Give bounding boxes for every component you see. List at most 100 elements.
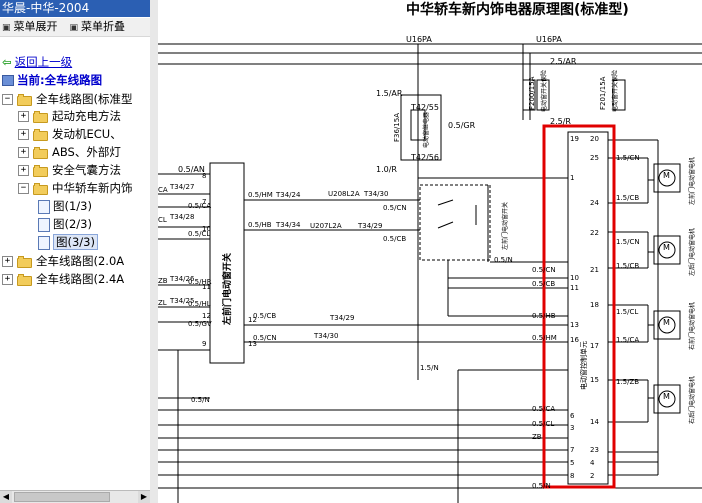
tree-node-c4[interactable]: + 安全气囊方法 — [18, 162, 121, 179]
label-05hm-ctrl: 0.5/HM — [532, 334, 557, 342]
pin-2: 2 — [590, 472, 594, 480]
label-t34-30b: T34/30 — [313, 332, 338, 340]
expand-icon[interactable]: + — [18, 129, 29, 140]
pin-6: 6 — [570, 412, 575, 420]
label-t42-55: T42/55 — [410, 103, 439, 112]
label-05hm: 0.5/HM — [248, 191, 273, 199]
label-mid-switch: 左前门电动窗开关 — [501, 202, 509, 250]
pin-16: 16 — [570, 336, 579, 344]
label-wire-10r: 1.0/R — [376, 165, 397, 174]
document-icon — [38, 217, 50, 232]
collapse-icon[interactable]: − — [18, 183, 29, 194]
label-15cn-1: 1.5/CN — [616, 154, 640, 162]
pin-12: 12 — [202, 312, 211, 320]
menu-collapse[interactable]: ▣ 菜单折叠 — [70, 18, 126, 36]
back-arrow-icon: ⇦ — [2, 55, 12, 69]
pin-22: 22 — [590, 229, 599, 237]
expand-icon[interactable]: + — [2, 256, 13, 267]
scroll-right-icon[interactable]: ▶ — [138, 491, 150, 503]
label-cl-short: CL — [158, 216, 167, 224]
label-05zb-ctrl: ZB — [532, 433, 542, 441]
label-wire-05an: 0.5/AN — [178, 165, 205, 174]
folder-icon — [33, 164, 49, 177]
collapse-icon[interactable]: − — [2, 94, 13, 105]
pin-23: 23 — [590, 446, 599, 454]
tree-leaf-p2[interactable]: 图(2/3) — [38, 216, 92, 233]
tree-node-r3[interactable]: + 全车线路图(2.4A — [2, 271, 124, 288]
pin-11b: 11 — [570, 284, 579, 292]
horizontal-scrollbar[interactable]: ◀ ▶ — [0, 490, 150, 503]
label-fuse-2: 电动窗开关保险 — [611, 70, 619, 112]
label-t34-29b: T34/29 — [329, 314, 354, 322]
folder-icon — [33, 110, 49, 123]
current-location: 当前:全车线路图 — [2, 72, 102, 89]
label-f200: F200/15A — [528, 76, 536, 110]
menu-expand[interactable]: ▣ 菜单展开 — [2, 18, 58, 36]
tree-leaf-p3[interactable]: 图(3/3) — [38, 234, 98, 251]
expand-icon[interactable]: + — [18, 111, 29, 122]
label-u207: U207L2A — [310, 222, 342, 230]
computer-icon — [2, 75, 14, 86]
folder-icon — [17, 273, 33, 286]
label-15cl: 1.5/CL — [616, 308, 638, 316]
label-t34-34: T34/34 — [275, 221, 301, 229]
scroll-thumb[interactable] — [14, 492, 110, 502]
label-motor-1: 左前门电动窗电机 — [688, 157, 696, 205]
back-link[interactable]: ⇦ 返回上一级 — [2, 54, 72, 71]
label-15cb-1: 1.5/CB — [616, 194, 639, 202]
tree-leaf-p1[interactable]: 图(1/3) — [38, 198, 92, 215]
pin-3: 3 — [570, 424, 574, 432]
expand-icon[interactable]: + — [2, 274, 13, 285]
label-05hb: 0.5/HB — [248, 221, 272, 229]
label-f36: F36/15A — [393, 113, 401, 142]
label-wire-05gr: 0.5/GR — [448, 121, 476, 130]
label-t34-30: T34/30 — [363, 190, 388, 198]
tree-node-root[interactable]: − 全车线路图(标准型 — [2, 91, 133, 108]
tree-node-c2[interactable]: + 发动机ECU、 — [18, 126, 122, 143]
pin-13r: 13 — [248, 340, 257, 348]
pin-12r: 12 — [248, 316, 257, 324]
label-f201: F201/15A — [599, 76, 607, 110]
pin-9: 9 — [202, 340, 206, 348]
expand-icon[interactable]: + — [18, 147, 29, 158]
pin-15: 15 — [590, 376, 599, 384]
splitter[interactable] — [150, 0, 158, 503]
motor-1-m: M — [663, 171, 670, 180]
pin-25: 25 — [590, 154, 599, 162]
folder-icon — [33, 128, 49, 141]
pin-10b: 10 — [570, 274, 579, 282]
menu-bar: ▣ 菜单展开 ▣ 菜单折叠 — [0, 18, 150, 37]
scroll-left-icon[interactable]: ◀ — [0, 491, 12, 503]
motor-4-m: M — [663, 392, 670, 401]
pin-1: 1 — [570, 174, 574, 182]
label-motor-4: 右后门电动窗电机 — [688, 376, 696, 424]
tree-node-c1[interactable]: + 起动充电方法 — [18, 108, 121, 125]
motor-2-m: M — [663, 243, 670, 252]
label-05cb-mid: 0.5/CB — [383, 235, 406, 243]
tree-node-r2[interactable]: + 全车线路图(2.0A — [2, 253, 124, 270]
motor-3-m: M — [663, 318, 670, 327]
left-panel: 华晨-中华-2004 ▣ 菜单展开 ▣ 菜单折叠 ⇦ 返回上一级 当前:全车线路图 − 全… — [0, 0, 151, 503]
label-05n-ctrl: 0.5/N — [532, 482, 551, 490]
diagram-title: 中华轿车新内饰电器原理图(标准型) — [406, 1, 629, 18]
pin-8b: 8 — [570, 472, 574, 480]
tree-node-c5[interactable]: − 中华轿车新内饰 — [18, 180, 133, 197]
label-wire-25ar: 2.5/AR — [550, 57, 577, 66]
label-relay: 电动窗继电器 — [422, 112, 430, 148]
tree-node-c3[interactable]: + ABS、外部灯 — [18, 144, 121, 161]
label-motor-2: 左后门电动窗电机 — [688, 228, 696, 276]
label-t34-24: T34/24 — [275, 191, 301, 199]
label-t34-28: T34/28 — [169, 213, 194, 221]
label-t34-27: T34/27 — [169, 183, 194, 191]
label-fuse-1: 电动窗开关保险 — [540, 70, 548, 112]
label-05cn-ctrl: 0.5/CN — [532, 266, 556, 274]
pin-13b: 13 — [570, 321, 579, 329]
expand-icon[interactable]: + — [18, 165, 29, 176]
label-15cb-2: 1.5/CB — [616, 262, 639, 270]
pin-20: 20 — [590, 135, 599, 143]
label-motor-3: 右前门电动窗电机 — [688, 302, 696, 350]
window-title: 华晨-中华-2004 — [0, 0, 150, 17]
pin-10: 10 — [202, 225, 211, 233]
pin-21: 21 — [590, 266, 599, 274]
pin-7: 7 — [202, 198, 206, 206]
